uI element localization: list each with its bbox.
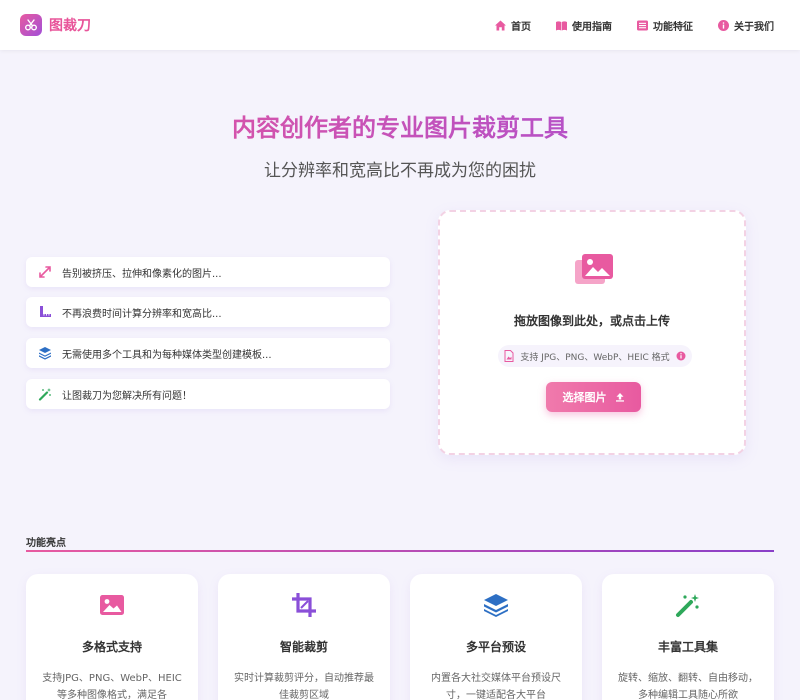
info-icon[interactable]	[676, 351, 686, 361]
choose-image-label: 选择图片	[562, 391, 607, 404]
nav-guide-label: 使用指南	[572, 21, 612, 33]
magic-wand-icon	[675, 592, 701, 618]
feature-card: 智能裁剪 实时计算裁剪评分，自动推荐最佳裁剪区域	[218, 574, 390, 700]
supported-formats-badge: 支持 JPG、PNG、WebP、HEIC 格式	[498, 345, 692, 367]
main-nav: 首页 使用指南 功能特征 关于我们	[470, 0, 774, 50]
feature-card: 多平台预设 内置各大社交媒体平台预设尺寸，一键适配各大平台	[410, 574, 582, 700]
pain-point-item: 不再浪费时间计算分辨率和宽高比...	[26, 297, 390, 327]
image-icon	[99, 592, 125, 618]
pain-point-text: 不再浪费时间计算分辨率和宽高比...	[62, 308, 222, 320]
feature-desc: 实时计算裁剪评分，自动推荐最佳裁剪区域	[234, 673, 374, 700]
ruler-icon	[38, 305, 52, 319]
layers-icon	[483, 592, 509, 618]
nav-about[interactable]: 关于我们	[717, 18, 774, 33]
app-name: 图裁刀	[49, 18, 91, 34]
features-section-title: 功能亮点	[26, 538, 66, 549]
info-icon	[717, 19, 730, 32]
feature-title: 多格式支持	[81, 640, 142, 654]
hero-title: 内容创作者的专业图片裁剪工具	[0, 108, 800, 143]
choose-image-button[interactable]: 选择图片	[546, 382, 641, 412]
nav-features[interactable]: 功能特征	[636, 18, 693, 33]
feature-card: 丰富工具集 旋转、缩放、翻转、自由移动，多种编辑工具随心所欲	[602, 574, 774, 700]
book-icon	[555, 19, 568, 32]
upload-dropzone[interactable]: 拖放图像到此处，或点击上传 支持 JPG、PNG、WebP、HEIC 格式 选择…	[438, 210, 746, 455]
nav-about-label: 关于我们	[734, 21, 774, 33]
nav-home[interactable]: 首页	[494, 18, 531, 33]
images-icon	[573, 252, 615, 288]
feature-desc: 内置各大社交媒体平台预设尺寸，一键适配各大平台	[431, 673, 561, 700]
feature-title: 丰富工具集	[657, 640, 718, 654]
upload-title: 拖放图像到此处，或点击上传	[513, 314, 670, 328]
feature-title: 多平台预设	[465, 640, 526, 654]
upload-icon	[615, 392, 625, 402]
pain-point-text: 无需使用多个工具和为每种媒体类型创建模板...	[62, 349, 272, 361]
nav-guide[interactable]: 使用指南	[555, 18, 612, 33]
layers-icon	[38, 346, 52, 360]
feature-card: 多格式支持 支持JPG、PNG、WebP、HEIC等多种图像格式，满足各	[26, 574, 198, 700]
hero-subtitle: 让分辨率和宽高比不再成为您的困扰	[264, 161, 536, 181]
expand-arrows-icon	[38, 265, 52, 279]
supported-formats-text: 支持 JPG、PNG、WebP、HEIC 格式	[520, 352, 670, 363]
pain-point-item: 无需使用多个工具和为每种媒体类型创建模板...	[26, 338, 390, 368]
feature-desc: 支持JPG、PNG、WebP、HEIC等多种图像格式，满足各	[42, 673, 182, 700]
home-icon	[494, 19, 507, 32]
nav-features-label: 功能特征	[653, 21, 693, 33]
logo[interactable]: 图裁刀	[20, 14, 91, 36]
feature-title: 智能裁剪	[279, 640, 328, 654]
pain-point-item: 让图裁刀为您解决所有问题！	[26, 379, 390, 409]
pain-point-text: 告别被挤压、拉伸和像素化的图片...	[62, 268, 222, 280]
crop-icon	[291, 592, 317, 618]
section-divider	[26, 550, 774, 552]
feature-desc: 旋转、缩放、翻转、自由移动，多种编辑工具随心所欲	[618, 673, 758, 700]
file-image-icon	[504, 350, 514, 362]
pain-point-item: 告别被挤压、拉伸和像素化的图片...	[26, 257, 390, 287]
top-navbar: 图裁刀 首页 使用指南 功能特征 关于我们	[0, 0, 800, 50]
list-icon	[636, 19, 649, 32]
magic-wand-icon	[38, 387, 52, 401]
nav-home-label: 首页	[511, 21, 531, 33]
pain-point-text: 让图裁刀为您解决所有问题！	[62, 390, 192, 402]
scissors-logo-icon	[20, 14, 42, 36]
